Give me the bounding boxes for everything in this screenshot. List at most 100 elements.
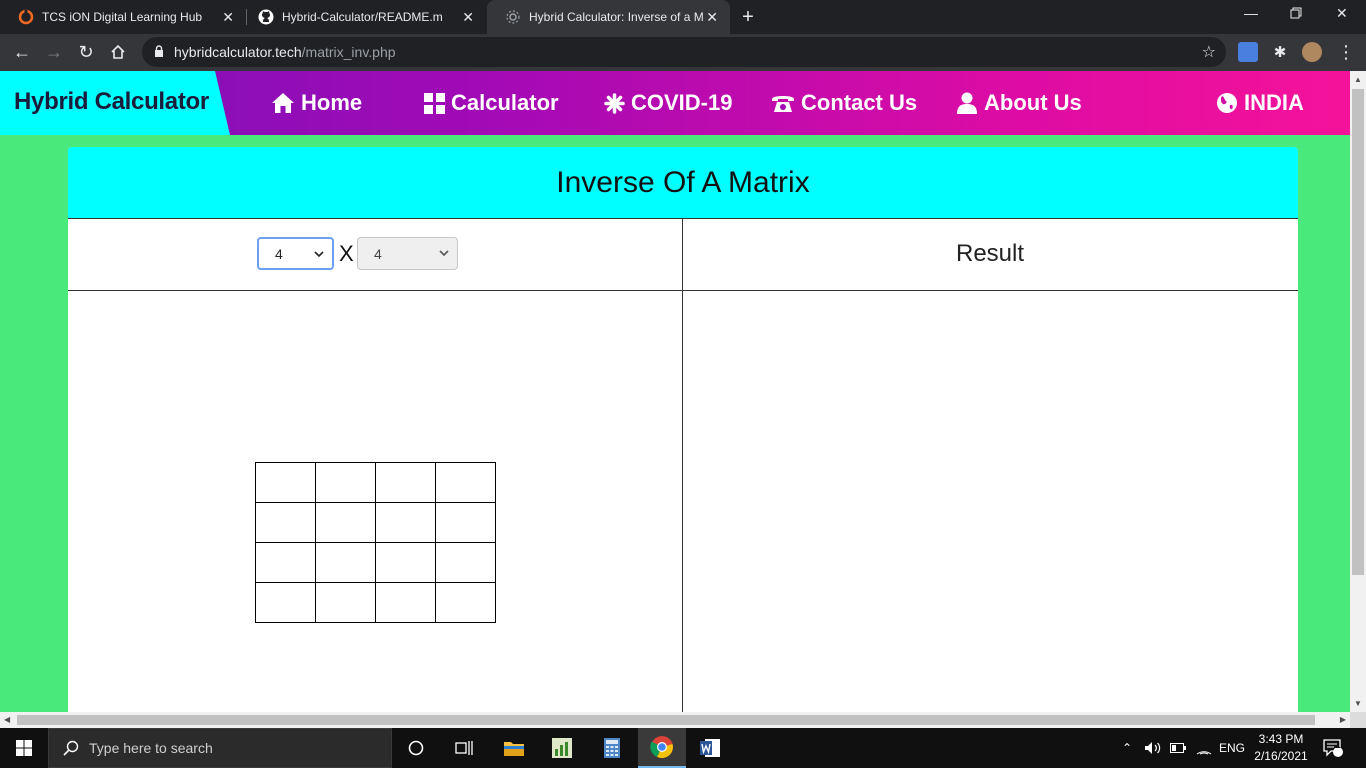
back-arrow-icon[interactable]: ← <box>10 40 34 64</box>
horizontal-scrollbar[interactable]: ◀ ▶ <box>0 712 1350 728</box>
matrix-cell-input[interactable] <box>436 543 495 582</box>
scroll-left-arrow-icon[interactable]: ◀ <box>4 715 10 724</box>
language-indicator[interactable]: ENG <box>1219 728 1245 768</box>
matrix-cell-input[interactable] <box>436 503 495 542</box>
system-clock[interactable]: 3:43 PM 2/16/2021 <box>1248 731 1314 765</box>
matrix-cell-input[interactable] <box>376 503 435 542</box>
nav-calculator[interactable]: Calculator <box>424 89 559 117</box>
calculator-app-icon[interactable] <box>588 728 636 768</box>
matrix-cell[interactable] <box>435 462 496 503</box>
matrix-cell[interactable] <box>375 462 436 503</box>
matrix-cell-input[interactable] <box>436 583 495 622</box>
matrix-input-grid <box>255 462 496 623</box>
wifi-icon[interactable] <box>1196 728 1212 768</box>
tab-title: Hybrid-Calculator/README.md a <box>282 10 442 24</box>
cols-select[interactable]: 4 <box>357 237 458 270</box>
matrix-cell[interactable] <box>375 582 436 623</box>
vertical-scroll-thumb[interactable] <box>1352 89 1364 575</box>
volume-icon[interactable] <box>1144 728 1162 768</box>
taskbar-search-box[interactable]: Type here to search <box>48 728 392 768</box>
nav-label: Contact Us <box>801 90 918 115</box>
globe-icon <box>1217 93 1237 113</box>
dimension-times-symbol: X <box>339 241 354 266</box>
matrix-cell-input[interactable] <box>376 543 435 582</box>
translate-extension-icon[interactable] <box>1238 42 1258 62</box>
tab-close-icon[interactable]: ✕ <box>222 9 234 26</box>
matrix-cell-input[interactable] <box>316 463 375 502</box>
horizontal-scroll-thumb[interactable] <box>17 715 1315 725</box>
matrix-cell[interactable] <box>255 502 316 543</box>
matrix-cell[interactable] <box>435 582 496 623</box>
task-view-icon[interactable] <box>440 728 488 768</box>
nav-india[interactable]: INDIA <box>1216 89 1304 117</box>
nav-about[interactable]: About Us <box>956 89 1082 117</box>
matrix-cell[interactable] <box>435 542 496 583</box>
matrix-cell[interactable] <box>255 542 316 583</box>
matrix-cell[interactable] <box>315 582 376 623</box>
new-tab-button[interactable]: + <box>738 6 758 29</box>
matrix-cell-input[interactable] <box>316 503 375 542</box>
gear-favicon-icon <box>505 9 521 25</box>
matrix-cell-input[interactable] <box>256 503 315 542</box>
chart-app-icon[interactable] <box>538 728 586 768</box>
matrix-cell-input[interactable] <box>376 463 435 502</box>
profile-avatar[interactable] <box>1302 42 1322 62</box>
address-bar[interactable]: hybridcalculator.tech/matrix_inv.php ☆ <box>142 37 1226 67</box>
scroll-right-arrow-icon[interactable]: ▶ <box>1340 715 1346 724</box>
browser-tab-tcs[interactable]: TCS iON Digital Learning Hub ✕ <box>0 0 246 34</box>
word-app-icon[interactable] <box>686 728 734 768</box>
window-close-icon[interactable]: ✕ <box>1336 5 1348 22</box>
matrix-cell[interactable] <box>315 462 376 503</box>
action-center-button[interactable]: 1 <box>1322 728 1344 768</box>
matrix-row <box>255 542 496 583</box>
matrix-cell[interactable] <box>255 582 316 623</box>
browser-menu-icon[interactable]: ⋮ <box>1334 40 1358 64</box>
matrix-cell-input[interactable] <box>316 543 375 582</box>
search-icon <box>63 740 79 756</box>
browser-tab-hybrid-active[interactable]: Hybrid Calculator: Inverse of a M ✕ <box>487 0 730 34</box>
chevron-down-icon <box>439 250 449 257</box>
matrix-cell[interactable] <box>435 502 496 543</box>
matrix-cell[interactable] <box>375 542 436 583</box>
start-button[interactable] <box>0 728 48 768</box>
cols-select-value: 4 <box>374 245 382 262</box>
tab-close-icon[interactable]: ✕ <box>462 9 474 26</box>
nav-label: COVID-19 <box>631 90 733 115</box>
matrix-cell-input[interactable] <box>436 463 495 502</box>
cortana-icon[interactable] <box>392 728 440 768</box>
matrix-cell[interactable] <box>255 462 316 503</box>
matrix-cell[interactable] <box>315 542 376 583</box>
nav-home[interactable]: Home <box>271 89 362 117</box>
url-path: /matrix_inv.php <box>301 44 396 60</box>
matrix-cell-input[interactable] <box>256 583 315 622</box>
vertical-scrollbar[interactable]: ▲ ▼ <box>1350 71 1366 712</box>
matrix-cell-input[interactable] <box>256 463 315 502</box>
restore-icon[interactable] <box>1290 6 1302 22</box>
reload-icon[interactable]: ↻ <box>74 40 98 64</box>
lock-icon <box>154 45 164 63</box>
browser-tab-github[interactable]: Hybrid-Calculator/README.md a ✕ <box>240 0 486 34</box>
brand-block[interactable]: Hybrid Calculator <box>0 71 230 135</box>
matrix-cell[interactable] <box>315 502 376 543</box>
home-button-icon[interactable] <box>106 40 130 64</box>
scroll-up-arrow-icon[interactable]: ▲ <box>1354 75 1362 84</box>
matrix-cell-input[interactable] <box>376 583 435 622</box>
file-explorer-icon[interactable] <box>490 728 538 768</box>
matrix-cell[interactable] <box>375 502 436 543</box>
scroll-down-arrow-icon[interactable]: ▼ <box>1354 699 1362 708</box>
minimize-icon[interactable]: — <box>1244 5 1258 21</box>
battery-icon[interactable] <box>1170 728 1186 768</box>
nav-covid[interactable]: COVID-19 <box>604 89 732 117</box>
matrix-cell-input[interactable] <box>256 543 315 582</box>
rows-select[interactable]: 4 <box>257 237 334 270</box>
tray-overflow-icon[interactable]: ⌃ <box>1122 728 1132 768</box>
tab-close-icon[interactable]: ✕ <box>706 9 718 26</box>
url-host: hybridcalculator.tech <box>174 44 302 60</box>
chevron-down-icon <box>314 251 324 258</box>
matrix-cell-input[interactable] <box>316 583 375 622</box>
bookmark-star-icon[interactable]: ☆ <box>1202 42 1216 62</box>
nav-contact[interactable]: Contact Us <box>771 89 917 117</box>
forward-arrow-icon[interactable]: → <box>42 40 66 64</box>
chrome-taskbar-icon[interactable] <box>638 728 686 768</box>
extensions-puzzle-icon[interactable]: ✱ <box>1268 40 1292 64</box>
